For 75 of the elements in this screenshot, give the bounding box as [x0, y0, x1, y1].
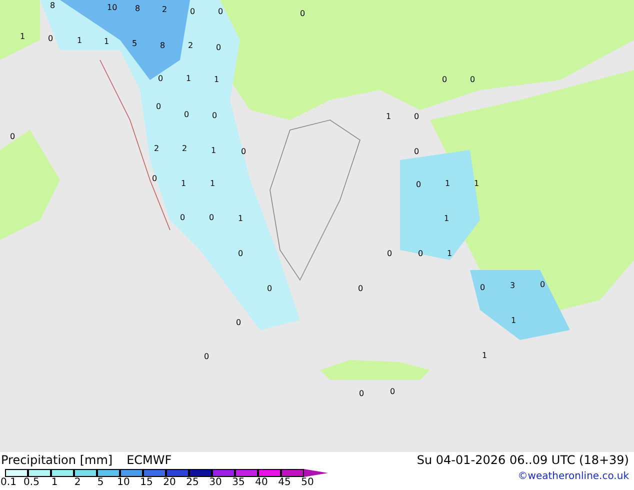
legend-tick: 40 [254, 477, 269, 488]
precipitation-value: 1 [186, 75, 192, 83]
precipitation-value: 0 [209, 214, 214, 222]
precipitation-value: 0 [241, 148, 246, 156]
legend-tick: 2 [73, 477, 82, 488]
arrow-icon [304, 469, 328, 477]
precipitation-value: 1 [214, 76, 220, 84]
precipitation-value: 0 [414, 148, 420, 156]
precipitation-value: 0 [390, 388, 396, 396]
precipitation-value: 0 [48, 35, 54, 43]
precipitation-value: 0 [359, 390, 364, 398]
legend-tick: 5 [96, 477, 105, 488]
precipitation-value: 0 [190, 8, 196, 16]
precipitation-value: 1 [511, 317, 516, 325]
precipitation-value: 5 [132, 40, 138, 48]
precipitation-value: 0 [358, 285, 364, 293]
precipitation-value: 1 [447, 250, 452, 258]
precipitation-value: 1 [474, 180, 480, 188]
precipitation-value: 0 [414, 113, 420, 121]
precipitation-value: 0 [236, 319, 242, 327]
precipitation-value: 2 [182, 145, 188, 153]
legend-tick: 0.5 [22, 477, 40, 488]
model-name: ECMWF [126, 453, 172, 467]
precipitation-value: 1 [77, 37, 82, 45]
precipitation-value: 2 [162, 6, 168, 14]
legend-tick: 15 [139, 477, 154, 488]
legend-tick: 1 [50, 477, 59, 488]
map-title: Precipitation [mm] [1, 453, 113, 467]
precipitation-value: 1 [20, 33, 26, 41]
legend-tick: 10 [116, 477, 131, 488]
precipitation-value: 8 [160, 42, 166, 50]
valid-time: Su 04-01-2026 06..09 UTC (18+39) [416, 453, 629, 467]
precipitation-value: 0 [300, 10, 306, 18]
precipitation-value: 0 [480, 284, 486, 292]
precipitation-value: 8 [135, 5, 140, 13]
precipitation-value: 10 [107, 4, 118, 12]
precipitation-value: 0 [218, 8, 224, 16]
precipitation-value: 1 [238, 215, 244, 223]
legend-tick: 25 [185, 477, 200, 488]
precipitation-value: 1 [444, 215, 450, 223]
precipitation-value: 1 [181, 180, 186, 188]
legend-tick: 0.1 [0, 477, 18, 488]
legend-tick: 50 [300, 477, 315, 488]
precipitation-value: 1 [445, 180, 450, 188]
precipitation-value: 0 [267, 285, 272, 293]
legend-tick: 45 [277, 477, 292, 488]
precipitation-value: 0 [387, 250, 392, 258]
precipitation-value: 0 [184, 111, 190, 119]
precipitation-value: 2 [154, 145, 160, 153]
precipitation-value: 0 [180, 214, 186, 222]
precipitation-value: 0 [442, 76, 448, 84]
precipitation-value: 0 [416, 181, 422, 189]
precipitation-value: 0 [152, 175, 158, 183]
website-link[interactable]: ©weatheronline.co.uk [518, 469, 629, 484]
legend-tick: 30 [208, 477, 223, 488]
precipitation-value: 0 [238, 250, 244, 258]
precipitation-value: 2 [188, 42, 194, 50]
precipitation-value: 0 [216, 44, 222, 52]
precipitation-value: 0 [540, 281, 546, 289]
precipitation-value: 0 [156, 103, 162, 111]
precipitation-value: 1 [386, 113, 392, 121]
precipitation-value: 1 [210, 180, 216, 188]
precipitation-value: 0 [204, 353, 210, 361]
precipitation-value: 0 [212, 112, 218, 120]
legend-tick: 20 [162, 477, 177, 488]
precipitation-value: 1 [211, 147, 216, 155]
precipitation-value: 3 [510, 282, 516, 290]
legend-tick: 35 [231, 477, 246, 488]
precipitation-value: 0 [418, 250, 424, 258]
precipitation-value: 0 [470, 76, 476, 84]
precipitation-value: 1 [104, 38, 110, 46]
precipitation-value: 0 [10, 133, 16, 141]
precipitation-value: 0 [158, 75, 164, 83]
precipitation-value: 8 [50, 2, 56, 10]
precipitation-value: 1 [482, 352, 488, 360]
